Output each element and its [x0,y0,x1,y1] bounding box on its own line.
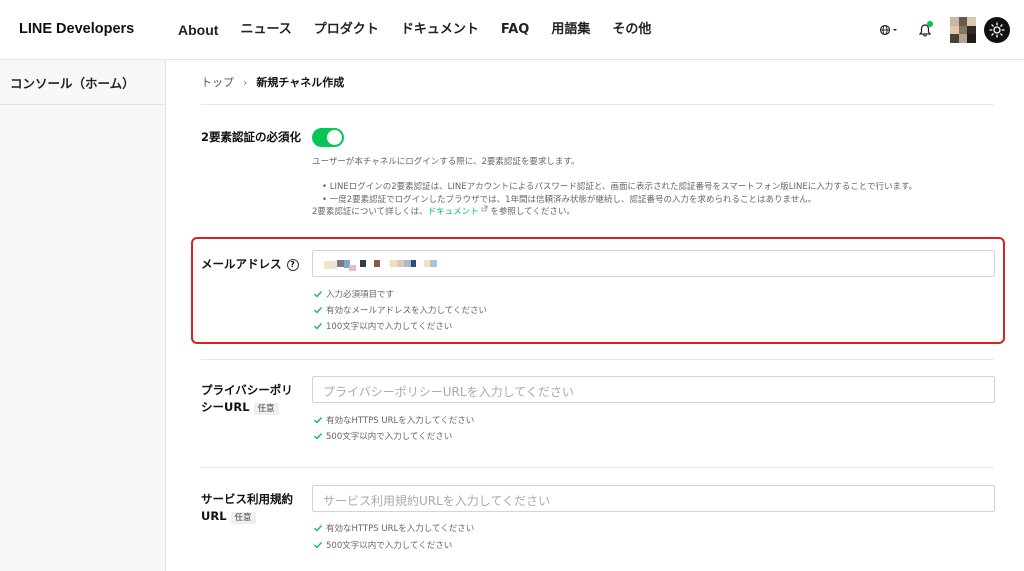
check-text: 有効なメールアドレスを入力してください [326,306,487,316]
divider [201,104,994,105]
privacy-label-text: シーURL [201,400,250,414]
terms-check-https: 有効なHTTPS URLを入力してください [313,522,474,534]
check-icon [314,433,323,440]
check-text: 500文字以内で入力してください [326,541,453,551]
terms-label-text: URL [201,509,227,523]
check-icon [314,525,323,532]
privacy-check-https: 有効なHTTPS URLを入力してください [313,414,474,426]
privacy-label-line2: シーURL 任意 [201,397,279,419]
nav-glossary[interactable]: 用語集 [551,20,590,40]
main-content: トップ › 新規チャネル作成 2要素認証の必須化 ユーザーが本チャネルにログイン… [166,60,1024,571]
twofa-more-info: 2要素認証について詳しくは、ドキュメント を参照してください。 [312,205,575,217]
check-icon [314,417,323,424]
check-text: 有効なHTTPS URLを入力してください [326,416,475,426]
sidebar-item-console-home[interactable]: コンソール（ホーム） [0,60,165,105]
site-logo[interactable]: LINE Developers [19,21,134,37]
optional-badge: 任意 [253,403,279,415]
main-nav: About ニュース プロダクト ドキュメント FAQ 用語集 その他 [178,20,673,40]
breadcrumb: トップ › 新規チャネル作成 [201,74,344,90]
terms-check-length: 500文字以内で入力してください [313,539,452,551]
twofa-bullet: • LINEログインの2要素認証は、LINEアカウントによるパスワード認証と、画… [322,182,918,192]
nav-products[interactable]: プロダクト [314,20,379,40]
nav-more[interactable]: その他 [612,20,651,40]
notification-bell-icon[interactable] [914,18,936,42]
breadcrumb-separator: › [243,75,248,89]
external-link-icon [481,205,488,212]
nav-faq[interactable]: FAQ [501,20,530,40]
check-text: 入力必須項目です [326,290,395,300]
divider [201,359,994,360]
more-suffix: を参照してください。 [487,207,575,217]
twofa-bullet: • 一度2要素認証でログインしたブラウザでは、1年間は信頼済み状態が継続し、認証… [322,195,817,205]
language-globe-icon[interactable] [876,18,902,42]
notification-dot [927,21,933,27]
privacy-check-length: 500文字以内で入力してください [313,430,452,442]
divider [201,467,994,468]
twofa-label: 2要素認証の必須化 [201,130,302,144]
breadcrumb-top-link[interactable]: トップ [201,74,234,90]
documents-link[interactable]: ドキュメント [428,207,479,217]
check-icon [314,307,323,314]
redaction-pixel [349,265,356,271]
terms-url-input[interactable]: サービス利用規約URLを入力してください [312,485,995,512]
more-prefix: 2要素認証について詳しくは、 [312,207,428,217]
check-text: 500文字以内で入力してください [326,432,453,442]
sidebar: コンソール（ホーム） [0,60,166,571]
twofa-bullet-text: LINEログインの2要素認証は、LINEアカウントによるパスワード認証と、画面に… [329,182,918,192]
email-check-valid: 有効なメールアドレスを入力してください [313,304,487,316]
check-icon [314,291,323,298]
check-text: 100文字以内で入力してください [326,322,453,332]
email-label: メールアドレス? [201,254,299,274]
check-icon [314,542,323,549]
email-label-text: メールアドレス [201,257,282,271]
nav-about[interactable]: About [178,20,218,40]
twofa-bullet-text: 一度2要素認証でログインしたブラウザでは、1年間は信頼済み状態が継続し、認証番号… [329,195,817,205]
email-input-redacted-value [324,258,437,272]
toggle-knob [327,130,342,145]
check-text: 有効なHTTPS URLを入力してください [326,524,475,534]
twofa-toggle[interactable] [312,128,344,147]
header-actions [876,17,1010,43]
theme-toggle-sun-icon[interactable] [984,17,1010,43]
nav-news[interactable]: ニュース [240,20,291,40]
top-header: LINE Developers About ニュース プロダクト ドキュメント … [0,0,1024,60]
breadcrumb-current: 新規チャネル作成 [256,76,345,89]
check-icon [314,323,323,330]
user-avatar[interactable] [950,17,976,43]
twofa-description: ユーザーが本チャネルにログインする際に、2要素認証を要求します。 [312,157,580,167]
email-check-length: 100文字以内で入力してください [313,320,452,332]
nav-documents[interactable]: ドキュメント [401,20,479,40]
help-icon[interactable]: ? [286,259,299,271]
terms-label-line2: URL 任意 [201,506,256,528]
email-check-required: 入力必須項目です [313,288,394,300]
privacy-url-input[interactable]: プライバシーポリシーURLを入力してください [312,376,995,403]
optional-badge: 任意 [230,512,256,524]
